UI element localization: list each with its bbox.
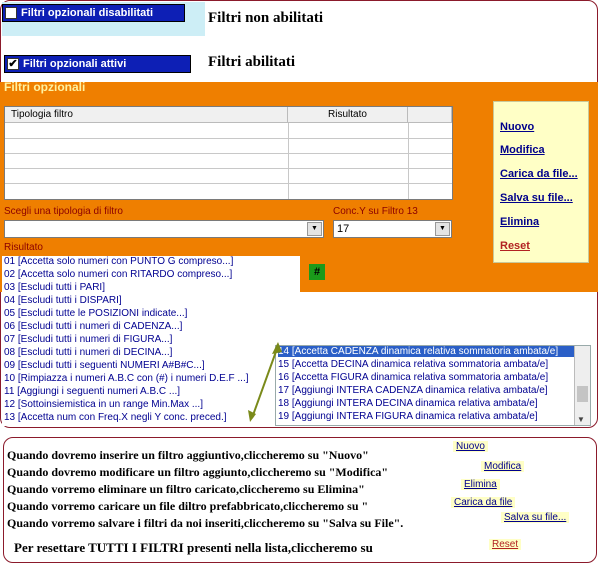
enabled-filters-checkbox[interactable]: ✔ Filtri opzionali attivi [4, 55, 191, 73]
chevron-down-icon[interactable]: ▼ [435, 222, 450, 236]
filter-type-select[interactable]: ▼ [4, 220, 324, 238]
list-item[interactable]: 03 [Escludi tutti i PARI] [4, 282, 105, 293]
panel-title: Filtri opzionali [4, 80, 86, 94]
disabled-filters-checkbox[interactable]: Filtri opzionali disabilitati [2, 4, 185, 22]
conc-value: 17 [337, 223, 350, 235]
checkbox-checked-icon: ✔ [7, 58, 19, 70]
chip-nuovo: Nuovo [453, 441, 488, 452]
list-item[interactable]: 15 [Accetta DECINA dinamica relativa som… [278, 359, 548, 370]
list-scrollbar[interactable]: ▼ [574, 346, 590, 425]
enabled-caption: Filtri abilitati [208, 54, 296, 70]
hash-button[interactable]: # [309, 264, 325, 280]
list-item[interactable]: 08 [Escludi tutti i numeri di DECINA...] [4, 347, 172, 358]
list-item[interactable]: 07 [Escludi tutti i numeri di FIGURA...] [4, 334, 172, 345]
scroll-down-icon[interactable]: ▼ [577, 415, 585, 424]
list-item[interactable]: 10 [Rimpiazza i numeri A.B.C con (#) i n… [4, 373, 249, 384]
chip-reset: Reset [489, 539, 522, 550]
carica-da-file-button[interactable]: Carica da file... [500, 168, 578, 180]
grid-divider [408, 123, 409, 199]
chip-salva: Salva su file... [501, 512, 570, 523]
instruction-carica: Quando vorremo caricare un file diltro p… [7, 499, 369, 513]
nuovo-button[interactable]: Nuovo [500, 121, 534, 133]
list-item[interactable]: 01 [Accetta solo numeri con PUNTO G comp… [4, 256, 233, 267]
arrow-icon [248, 342, 282, 422]
result-label: Risultato [4, 242, 43, 253]
grid-row-line [5, 168, 452, 169]
salva-su-file-button[interactable]: Salva su file... [500, 192, 573, 204]
chip-modifica: Modifica [481, 461, 525, 472]
list-item[interactable]: 11 [Aggiungi i seguenti numeri A.B.C ...… [4, 386, 180, 397]
instruction-reset: Per resettare TUTTI I FILTRI presenti ne… [14, 540, 373, 555]
grid-divider [288, 123, 289, 199]
filter-list-right[interactable]: 14 [Accetta CADENZA dinamica relativa so… [275, 345, 591, 426]
chevron-down-icon[interactable]: ▼ [307, 222, 322, 236]
grid-header-result[interactable]: Risultato [288, 107, 408, 123]
conc-select[interactable]: 17 ▼ [333, 220, 452, 238]
list-item[interactable]: 05 [Escludi tutte le POSIZIONI indicate.… [4, 308, 187, 319]
list-item[interactable]: 19 [Aggiungi INTERA FIGURA dinamica rela… [278, 411, 538, 422]
instruction-nuovo: Quando dovremo inserire un filtro aggiun… [7, 448, 369, 462]
conc-label: Conc.Y su Filtro 13 [333, 206, 418, 217]
disabled-caption: Filtri non abilitati [208, 10, 324, 26]
grid-row-line [5, 138, 452, 139]
disabled-checkbox-label: Filtri opzionali disabilitati [21, 7, 154, 19]
checkbox-unchecked-icon [5, 7, 17, 19]
instruction-modifica: Quando dovremo modificare un filtro aggi… [7, 465, 389, 479]
list-item[interactable]: 06 [Escludi tutti i numeri di CADENZA...… [4, 321, 182, 332]
list-item[interactable]: 17 [Aggiungi INTERA CADENZA dinamica rel… [278, 385, 548, 396]
list-item[interactable]: 09 [Escludi tutti i seguenti NUMERI A#B#… [4, 360, 205, 371]
instruction-salva: Quando vorremo salvare i filtri da noi i… [7, 516, 404, 530]
grid-header-blank [408, 107, 452, 123]
grid-row-line [5, 183, 452, 184]
filters-grid[interactable]: Tipologia filtro Risultato [4, 106, 453, 200]
list-item[interactable]: 12 [Sottoinsiemistica in un range Min.Ma… [4, 399, 203, 410]
filter-type-label: Scegli una tipologia di filtro [4, 206, 123, 217]
list-item[interactable]: 18 [Aggiungi INTERA DECINA dinamica rela… [278, 398, 538, 409]
grid-header-type[interactable]: Tipologia filtro [5, 107, 288, 123]
enabled-checkbox-label: Filtri opzionali attivi [23, 58, 127, 70]
instruction-elimina: Quando vorremo eliminare un filtro caric… [7, 482, 365, 496]
grid-row-line [5, 153, 452, 154]
list-item[interactable]: 02 [Accetta solo numeri con RITARDO comp… [4, 269, 232, 280]
elimina-button[interactable]: Elimina [500, 216, 539, 228]
modifica-button[interactable]: Modifica [500, 144, 545, 156]
list-item[interactable]: 13 [Accetta num con Freq.X negli Y conc.… [4, 412, 227, 423]
list-item[interactable]: 16 [Accetta FIGURA dinamica relativa som… [278, 372, 548, 383]
reset-button[interactable]: Reset [500, 240, 530, 252]
list-item-selected[interactable]: 14 [Accetta CADENZA dinamica relativa so… [278, 346, 574, 357]
list-item[interactable]: 04 [Escludi tutti i DISPARI] [4, 295, 122, 306]
chip-carica: Carica da file [451, 497, 516, 508]
chip-elimina: Elimina [461, 479, 500, 490]
scrollbar-thumb[interactable] [577, 386, 588, 402]
